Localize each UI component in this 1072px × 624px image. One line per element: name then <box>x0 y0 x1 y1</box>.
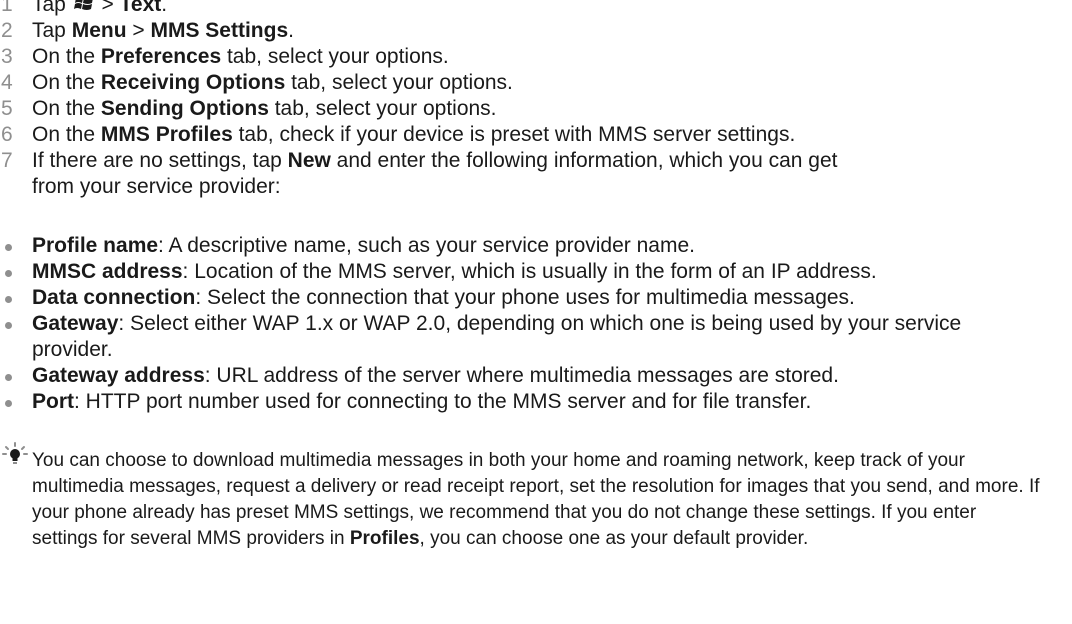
step-number: 6 <box>1 123 13 146</box>
field-text: MMSC address: Location of the MMS server… <box>32 260 877 283</box>
step-text: On the Receiving Options tab, select you… <box>32 71 513 94</box>
bullet-dot <box>5 322 12 329</box>
bullet-dot <box>5 296 12 303</box>
tip-text: You can choose to download multimedia me… <box>32 450 1040 549</box>
field-text: Gateway address: URL address of the serv… <box>32 364 839 387</box>
bullet-dot <box>5 244 12 251</box>
step-number: 7 <box>1 149 13 172</box>
field-text: Gateway: Select either WAP 1.x or WAP 2.… <box>32 312 962 361</box>
step-number: 5 <box>1 97 13 120</box>
step-number: 2 <box>1 19 13 42</box>
step-number: 4 <box>1 71 13 94</box>
field-text: Profile name: A descriptive name, such a… <box>32 234 695 257</box>
step-number: 1 <box>1 0 13 16</box>
step-text: On the Preferences tab, select your opti… <box>32 45 449 68</box>
step-text: Tap > Text. <box>32 0 852 18</box>
field-text: Data connection: Select the connection t… <box>32 286 855 309</box>
instruction-page: 1 Tap > Text. 2 Tap Menu > MMS Settings.… <box>0 0 1072 624</box>
bullet-dot <box>5 374 12 381</box>
step-text: If there are no settings, tap New and en… <box>32 149 838 198</box>
bullet-dot <box>5 270 12 277</box>
step-text: On the MMS Profiles tab, check if your d… <box>32 123 796 146</box>
step-text: On the Sending Options tab, select your … <box>32 97 497 120</box>
start-windows-icon <box>73 0 93 10</box>
field-text: Port: HTTP port number used for connecti… <box>32 390 812 413</box>
step-text: Tap Menu > MMS Settings. <box>32 19 294 42</box>
bullet-dot <box>5 400 12 407</box>
step-number: 3 <box>1 45 13 68</box>
lightbulb-icon <box>2 442 28 464</box>
